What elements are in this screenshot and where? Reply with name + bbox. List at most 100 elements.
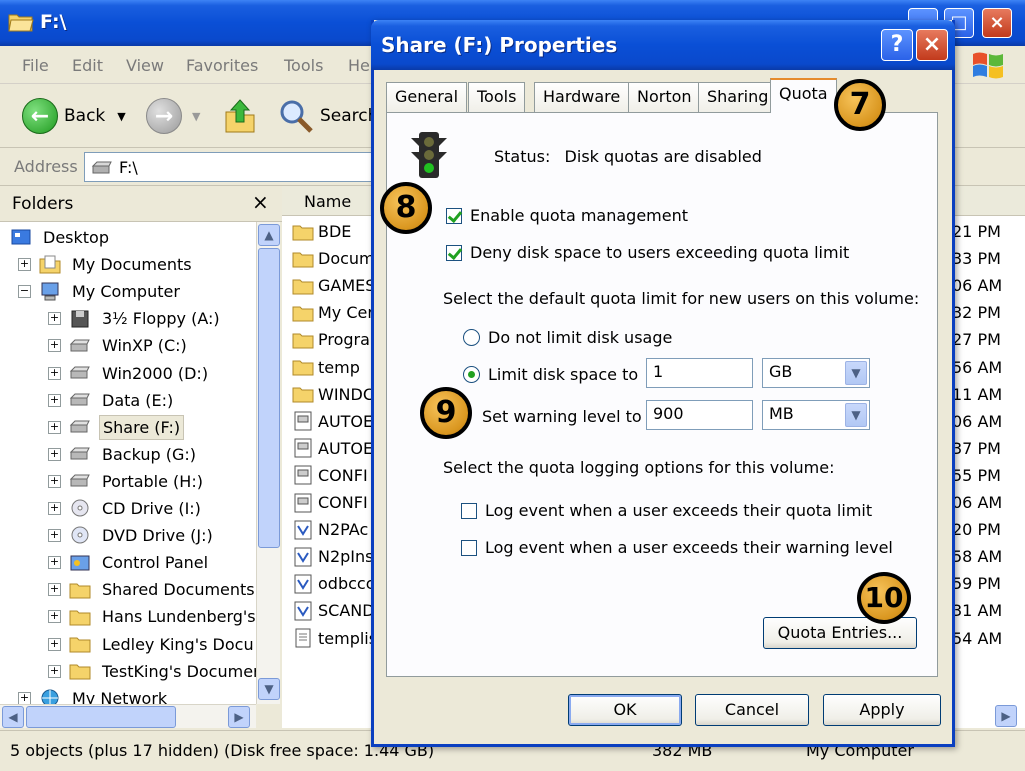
expand-icon[interactable]: + <box>48 366 61 380</box>
file-list-item[interactable]: N2pIns <box>292 543 374 570</box>
file-list-item[interactable]: GAMES <box>292 272 375 299</box>
tab-general[interactable]: General <box>386 82 468 112</box>
file-list-item[interactable]: My Cer <box>292 299 374 326</box>
limit-radio-row[interactable]: Limit disk space to <box>463 365 638 384</box>
expand-icon[interactable]: + <box>48 447 61 461</box>
log-warning-checkbox-row[interactable]: Log event when a user exceeds their warn… <box>461 538 893 557</box>
forward-dropdown-icon[interactable]: ▼ <box>192 110 200 123</box>
explorer-close-button[interactable]: × <box>982 8 1012 38</box>
enable-quota-checkbox[interactable] <box>446 207 462 224</box>
menu-help[interactable]: He <box>348 56 370 75</box>
file-list-item[interactable]: Docum <box>292 245 375 272</box>
expand-icon[interactable]: + <box>48 529 61 543</box>
tab-quota[interactable]: Quota <box>770 78 837 113</box>
limit-radio[interactable] <box>463 366 480 383</box>
file-list-item[interactable]: temp <box>292 354 360 381</box>
tab-sharing[interactable]: Sharing <box>698 82 778 112</box>
scroll-up-button[interactable]: ▲ <box>258 224 280 246</box>
tree-item[interactable]: + CD Drive (I:) <box>48 495 204 522</box>
warning-unit-select[interactable]: MB ▼ <box>762 400 870 430</box>
log-limit-checkbox-row[interactable]: Log event when a user exceeds their quot… <box>461 501 872 520</box>
tree-item[interactable]: +3½ Floppy (A:) <box>48 305 223 332</box>
file-list-item[interactable]: SCAND <box>292 597 375 624</box>
file-list-item[interactable]: AUTOE <box>292 408 373 435</box>
back-button[interactable]: ← Back ▼ <box>22 98 126 134</box>
cancel-button[interactable]: Cancel <box>695 694 809 726</box>
deny-space-checkbox[interactable] <box>446 244 462 261</box>
tree-item[interactable]: + WinXP (C:) <box>48 332 190 359</box>
tree-item[interactable]: + Control Panel <box>48 549 211 576</box>
address-input[interactable]: F:\ <box>84 152 384 182</box>
tree-item[interactable]: Desktop <box>10 224 112 251</box>
tree-item[interactable]: + Data (E:) <box>48 387 176 414</box>
expand-icon[interactable]: + <box>18 258 31 272</box>
scroll-right-button[interactable]: ▶ <box>228 706 250 728</box>
apply-button[interactable]: Apply <box>823 694 941 726</box>
dialog-title-bar[interactable]: Share (F:) Properties ? × <box>371 20 955 70</box>
search-button[interactable]: Search <box>278 98 378 134</box>
file-list-item[interactable]: odbccc <box>292 570 375 597</box>
tree-item[interactable]: + Hans Lundenberg's <box>48 603 256 630</box>
scroll-left-button[interactable]: ◀ <box>2 706 24 728</box>
folders-close-button[interactable]: × <box>252 190 269 214</box>
file-list-item[interactable]: BDE <box>292 218 351 245</box>
enable-quota-checkbox-row[interactable]: Enable quota management <box>446 206 688 225</box>
file-list-item[interactable]: CONFI <box>292 489 368 516</box>
menu-file[interactable]: File <box>22 56 49 75</box>
limit-value-input[interactable]: 1 <box>646 358 753 388</box>
limit-unit-select[interactable]: GB ▼ <box>762 358 870 388</box>
expand-icon[interactable]: + <box>48 502 61 515</box>
tree-item[interactable]: + Portable (H:) <box>48 468 206 495</box>
tree-item[interactable]: + Win2000 (D:) <box>48 360 211 387</box>
folder-tree-horizontal-scrollbar[interactable]: ◀ ▶ <box>0 704 256 728</box>
log-limit-checkbox[interactable] <box>461 502 477 519</box>
expand-icon[interactable]: + <box>48 393 61 407</box>
tree-item[interactable]: + Shared Documents <box>48 576 256 603</box>
tree-item[interactable]: + My Network <box>18 685 170 704</box>
log-warning-checkbox[interactable] <box>461 539 477 556</box>
file-list-item[interactable]: WINDC <box>292 381 374 408</box>
expand-icon[interactable]: + <box>48 556 61 570</box>
expand-icon[interactable]: + <box>48 610 61 624</box>
file-list-item[interactable]: N2PAc <box>292 516 368 543</box>
folder-tree-vertical-scrollbar[interactable]: ▲ ▼ <box>256 222 280 704</box>
tab-tools[interactable]: Tools <box>468 82 526 112</box>
file-list-scroll-right-button[interactable]: ▶ <box>995 705 1017 727</box>
chevron-down-icon[interactable]: ▼ <box>845 361 867 385</box>
help-button[interactable]: ? <box>881 29 913 61</box>
menu-tools[interactable]: Tools <box>284 56 323 75</box>
expand-icon[interactable]: + <box>48 420 61 434</box>
tree-item[interactable]: + TestKing's Documer <box>48 658 256 685</box>
tree-item[interactable]: + Backup (G:) <box>48 441 199 468</box>
warning-value-input[interactable]: 900 <box>646 400 753 430</box>
tree-item[interactable]: + Share (F:) <box>48 414 185 441</box>
dialog-close-button[interactable]: × <box>916 29 948 61</box>
expand-icon[interactable]: + <box>48 583 61 597</box>
h-scroll-thumb[interactable] <box>26 706 176 728</box>
back-dropdown-icon[interactable]: ▼ <box>117 110 125 123</box>
expand-icon[interactable]: + <box>48 637 61 651</box>
expand-icon[interactable]: + <box>48 664 61 678</box>
chevron-down-icon[interactable]: ▼ <box>845 403 867 427</box>
tree-item[interactable]: + My Documents <box>18 251 195 278</box>
tree-item[interactable]: + Ledley King's Docu <box>48 631 256 658</box>
file-list-item[interactable]: AUTOE <box>292 435 373 462</box>
tab-hardware[interactable]: Hardware <box>534 82 630 112</box>
collapse-icon[interactable]: − <box>18 285 31 299</box>
tree-item[interactable]: + DVD Drive (J:) <box>48 522 216 549</box>
ok-button[interactable]: OK <box>568 694 682 726</box>
menu-view[interactable]: View <box>126 56 164 75</box>
forward-button[interactable]: → ▼ <box>146 98 200 134</box>
menu-favorites[interactable]: Favorites <box>186 56 258 75</box>
file-list-item[interactable]: CONFI <box>292 462 368 489</box>
scroll-down-button[interactable]: ▼ <box>258 678 280 700</box>
file-list-item[interactable]: Progra <box>292 326 370 353</box>
scroll-thumb[interactable] <box>258 248 280 548</box>
file-list-item[interactable]: templis <box>292 625 377 652</box>
menu-edit[interactable]: Edit <box>72 56 103 75</box>
up-folder-icon[interactable] <box>224 98 256 134</box>
no-limit-radio[interactable] <box>463 329 480 346</box>
deny-space-checkbox-row[interactable]: Deny disk space to users exceeding quota… <box>446 243 849 262</box>
expand-icon[interactable]: + <box>48 474 61 488</box>
no-limit-radio-row[interactable]: Do not limit disk usage <box>463 328 672 347</box>
